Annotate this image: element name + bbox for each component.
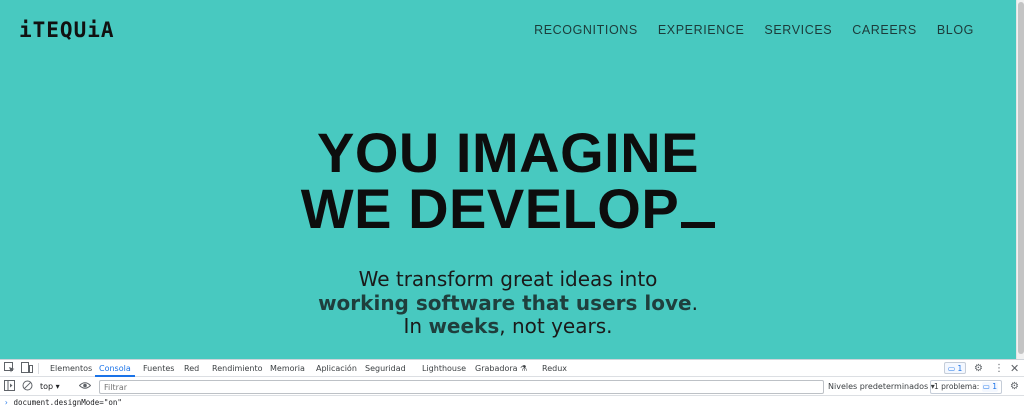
hero-sub-line-3-start: In — [403, 314, 429, 338]
nav-services[interactable]: SERVICES — [764, 22, 832, 38]
hero-subtitle: We transform great ideas into working so… — [0, 267, 1016, 339]
hero-title-line-2: WE DEVELOP — [0, 181, 1016, 237]
typing-cursor — [681, 222, 716, 228]
hero-sub-line-3-end: , not years. — [499, 314, 613, 338]
inspect-element-icon[interactable] — [3, 362, 16, 375]
more-options-icon[interactable]: ⋮ — [994, 362, 1004, 375]
hero-title: YOU IMAGINE WE DEVELOP — [0, 125, 1016, 237]
hero-sub-line-2-end: . — [691, 290, 698, 315]
hero-title-line-1: YOU IMAGINE — [317, 121, 699, 184]
tab-seguridad[interactable]: Seguridad — [365, 360, 406, 377]
problems-label: 1 problema: — [934, 382, 980, 391]
console-settings-gear-icon[interactable]: ⚙ — [1010, 380, 1019, 393]
tab-divider — [38, 363, 39, 374]
issues-badge[interactable]: ▭ 1 — [944, 362, 967, 375]
nav-blog[interactable]: BLOG — [937, 22, 974, 38]
issues-count: 1 — [957, 364, 963, 373]
tab-aplicacion[interactable]: Aplicación — [316, 360, 357, 377]
tab-fuentes[interactable]: Fuentes — [143, 360, 174, 377]
clear-console-icon[interactable] — [21, 380, 34, 393]
problems-badge: ▭ 1 — [981, 382, 998, 392]
log-levels-dropdown[interactable]: Niveles predeterminados ▾ — [828, 380, 935, 394]
console-prompt-icon: › — [4, 398, 9, 407]
dropdown-arrow-icon: ▾ — [55, 382, 60, 391]
context-value: top — [40, 382, 54, 391]
tab-lighthouse[interactable]: Lighthouse — [422, 360, 466, 377]
hero-title-line-2-text: WE DEVELOP — [300, 177, 680, 240]
devtools-panel: Elementos Consola Fuentes Red Rendimient… — [0, 359, 1024, 414]
itequia-logo[interactable]: iTEQUiA — [19, 18, 115, 42]
console-toolbar: top ▾ Niveles predeterminados ▾ 1 proble… — [0, 378, 1024, 396]
device-toolbar-icon[interactable] — [20, 362, 33, 375]
flask-icon: ⚗ — [520, 364, 528, 373]
page-scrollbar-thumb[interactable] — [1018, 2, 1024, 354]
message-icon: ▭ — [948, 364, 956, 373]
hero-sub-line-2-bold: working software that users love — [318, 290, 692, 315]
nav-careers[interactable]: CAREERS — [852, 22, 917, 38]
problems-message-icon: ▭ — [982, 382, 990, 391]
tab-red[interactable]: Red — [184, 360, 199, 377]
console-input-line[interactable]: › document.designMode="on" — [4, 397, 122, 409]
console-input-text: document.designMode="on" — [13, 398, 122, 407]
nav-experience[interactable]: EXPERIENCE — [658, 22, 745, 38]
nav-recognitions[interactable]: RECOGNITIONS — [534, 22, 638, 38]
tab-grabadora-label: Grabadora — [475, 364, 518, 373]
page-scrollbar[interactable] — [1016, 0, 1024, 359]
problems-button[interactable]: 1 problema: ▭ 1 — [930, 380, 1002, 394]
log-levels-label: Niveles predeterminados — [828, 382, 929, 391]
tab-rendimiento[interactable]: Rendimiento — [212, 360, 263, 377]
sidebar-toggle-icon[interactable] — [3, 380, 16, 393]
close-devtools-icon[interactable]: ✕ — [1010, 362, 1019, 375]
hero-sub-line-3-bold: weeks — [428, 314, 500, 338]
devtools-tabbar: Elementos Consola Fuentes Red Rendimient… — [0, 360, 1024, 377]
problems-count: 1 — [992, 382, 997, 391]
tab-grabadora[interactable]: Grabadora ⚗ — [475, 360, 527, 377]
console-filter-input[interactable] — [99, 380, 824, 394]
tab-redux[interactable]: Redux — [542, 360, 567, 377]
tab-memoria[interactable]: Memoria — [270, 360, 305, 377]
live-expression-eye-icon[interactable] — [78, 380, 91, 393]
tab-consola[interactable]: Consola — [95, 360, 135, 377]
website-viewport: iTEQUiA RECOGNITIONS EXPERIENCE SERVICES… — [0, 0, 1016, 359]
settings-gear-icon[interactable]: ⚙ — [974, 362, 983, 375]
context-selector[interactable]: top ▾ — [40, 380, 60, 394]
main-nav: RECOGNITIONS EXPERIENCE SERVICES CAREERS… — [514, 22, 974, 38]
hero-sub-line-1: We transform great ideas into — [358, 267, 658, 291]
tab-elementos[interactable]: Elementos — [50, 360, 92, 377]
